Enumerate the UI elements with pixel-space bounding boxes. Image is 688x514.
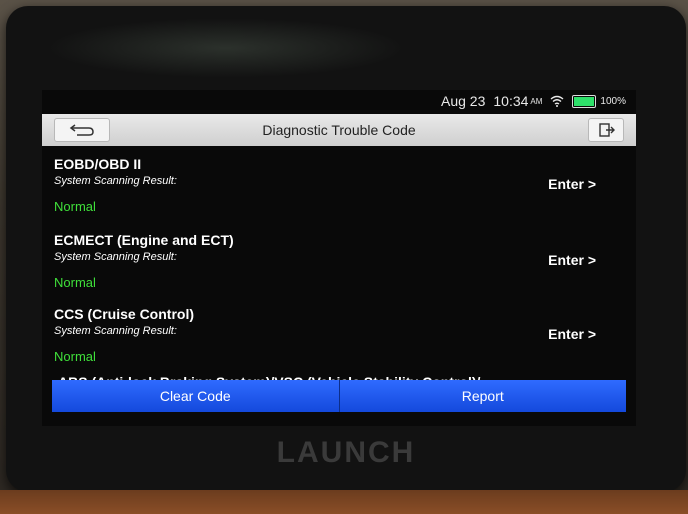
system-name: CCS (Cruise Control) — [54, 306, 194, 322]
system-name: EOBD/OBD II — [54, 156, 142, 172]
exit-button[interactable] — [588, 118, 624, 142]
brand-logo: LAUNCH — [276, 436, 416, 469]
list-item[interactable]: ECMECT (Engine and ECT) System Scanning … — [42, 224, 636, 296]
orange-background-strip — [0, 490, 688, 514]
device-screen: Aug 23 10:34 AM 100% Diagnostic Trouble … — [42, 90, 636, 426]
status-date: Aug 23 — [441, 93, 486, 109]
screen-glare — [46, 18, 406, 78]
battery-icon — [572, 94, 597, 108]
page-title: Diagnostic Trouble Code — [262, 122, 416, 138]
system-name: ECMECT (Engine and ECT) — [54, 232, 234, 248]
battery-fill — [574, 96, 595, 106]
system-status: Normal — [54, 199, 96, 214]
list-item[interactable]: EOBD/OBD II System Scanning Result: Norm… — [42, 148, 636, 220]
exit-icon — [599, 123, 615, 137]
title-bar: Diagnostic Trouble Code — [42, 114, 636, 146]
enter-button[interactable]: Enter > — [548, 176, 596, 192]
system-scan-label: System Scanning Result: — [54, 175, 177, 187]
action-bar: Clear Code Report — [52, 380, 626, 412]
device-body: Aug 23 10:34 AM 100% Diagnostic Trouble … — [6, 6, 686, 492]
wifi-icon — [550, 95, 564, 107]
clear-code-button[interactable]: Clear Code — [52, 380, 339, 412]
system-scan-label: System Scanning Result: — [54, 325, 177, 337]
status-ampm: AM — [530, 96, 543, 106]
list-item[interactable]: CCS (Cruise Control) System Scanning Res… — [42, 298, 636, 370]
status-time: 10:34 — [493, 93, 529, 109]
battery-percent: 100% — [600, 95, 626, 107]
system-status: Normal — [54, 275, 96, 290]
status-right: Aug 23 10:34 AM 100% — [441, 93, 626, 109]
enter-button[interactable]: Enter > — [548, 252, 596, 268]
system-scan-label: System Scanning Result: — [54, 251, 177, 263]
report-button[interactable]: Report — [339, 380, 626, 412]
enter-button[interactable]: Enter > — [548, 326, 596, 342]
system-status: Normal — [54, 349, 96, 364]
status-bar: Aug 23 10:34 AM 100% — [42, 90, 636, 112]
